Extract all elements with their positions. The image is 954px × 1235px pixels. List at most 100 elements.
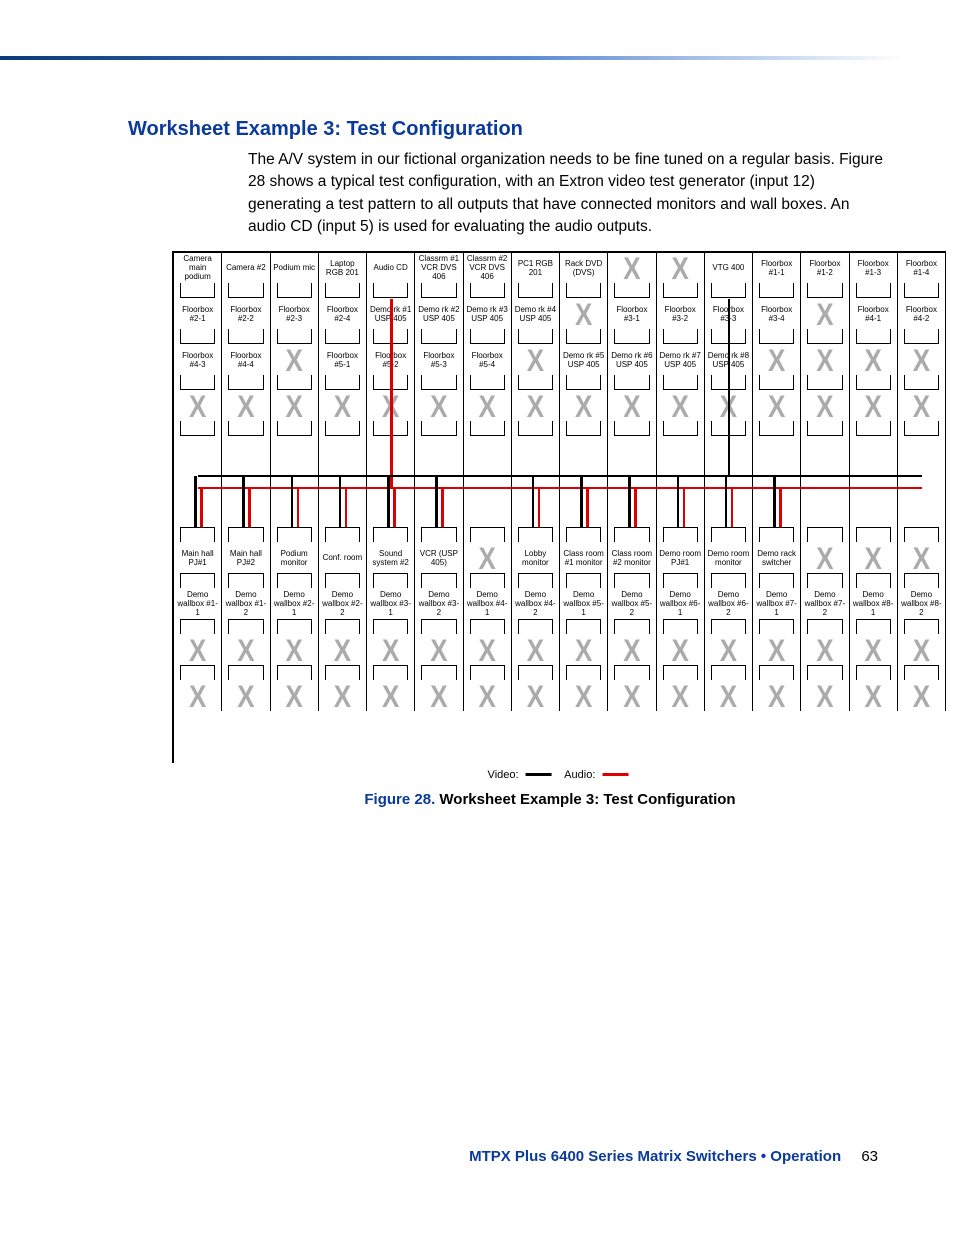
empty-slot-icon: X	[560, 388, 607, 424]
slot-connector	[271, 527, 319, 543]
output-label: X	[705, 681, 753, 711]
slot-label-text: Demo room PJ#1	[657, 543, 704, 573]
slot-label-text: Demo wallbox #5-1	[560, 589, 607, 619]
slot-label-text: Demo wallbox #6-1	[657, 589, 704, 619]
input-label: X	[801, 391, 849, 421]
slot-label-text: Demo wallbox #7-1	[753, 589, 800, 619]
slot-connector	[415, 329, 463, 345]
output-label: X	[705, 635, 753, 665]
slot-connector	[657, 573, 705, 589]
slot-label-text: Classrm #2 VCR DVS 406	[464, 253, 511, 283]
video-wire	[728, 299, 731, 476]
empty-slot-icon: X	[222, 678, 269, 714]
empty-slot-icon: X	[271, 632, 318, 668]
slot-connector	[512, 283, 560, 299]
input-label: Demo rk #7 USP 405	[657, 345, 705, 375]
slot-connector	[319, 329, 367, 345]
slot-connector	[753, 573, 801, 589]
output-label: Demo wallbox #7-1	[753, 589, 801, 619]
empty-slot-icon: X	[367, 678, 414, 714]
slot-connector	[753, 421, 801, 437]
slot-connector	[705, 573, 753, 589]
output-label: X	[512, 635, 560, 665]
empty-slot-icon: X	[657, 678, 704, 714]
bus-cell	[608, 437, 656, 527]
section-heading: Worksheet Example 3: Test Configuration	[128, 118, 884, 141]
output-label: X	[801, 543, 849, 573]
empty-slot-icon: X	[608, 388, 655, 424]
input-label: X	[608, 391, 656, 421]
slot-label-text: Demo rk #2 USP 405	[415, 299, 462, 329]
bus-cell	[850, 437, 898, 527]
slot-label-text: Conf. room	[319, 543, 366, 573]
empty-slot-icon: X	[705, 632, 752, 668]
output-label: X	[271, 681, 319, 711]
empty-slot-icon: X	[560, 632, 607, 668]
input-label: Floorbox #1-3	[850, 253, 898, 283]
input-label: X	[608, 253, 656, 283]
output-label: Demo wallbox #2-1	[271, 589, 319, 619]
input-label: X	[415, 391, 463, 421]
slot-connector	[705, 283, 753, 299]
output-label: X	[560, 681, 608, 711]
slot-label-text: Sound system #2	[367, 543, 414, 573]
slot-connector	[319, 573, 367, 589]
slot-connector	[560, 421, 608, 437]
video-wire	[773, 476, 776, 527]
output-label: X	[898, 543, 946, 573]
slot-label-text: Laptop RGB 201	[319, 253, 366, 283]
output-label: X	[560, 635, 608, 665]
audio-wire	[731, 488, 734, 527]
input-label: Demo rk #4 USP 405	[512, 299, 560, 329]
slot-connector	[222, 283, 270, 299]
output-label: X	[174, 681, 222, 711]
video-wire	[628, 476, 631, 527]
output-label: X	[657, 635, 705, 665]
input-label: Audio CD	[367, 253, 415, 283]
output-label: Demo wallbox #3-1	[367, 589, 415, 619]
audio-wire	[200, 488, 203, 527]
input-label: X	[657, 253, 705, 283]
legend: Video: Audio:	[488, 769, 633, 781]
input-label: X	[850, 345, 898, 375]
slot-connector	[415, 573, 463, 589]
slot-label-text: Podium mic	[271, 253, 318, 283]
slot-label-text: Floorbox #3-1	[608, 299, 655, 329]
output-label: Demo wallbox #5-2	[608, 589, 656, 619]
output-label: X	[850, 543, 898, 573]
input-label: Floorbox #1-2	[801, 253, 849, 283]
audio-wire	[538, 488, 541, 527]
output-label: X	[850, 681, 898, 711]
slot-connector	[222, 573, 270, 589]
slot-connector	[898, 283, 946, 299]
page-footer: MTPX Plus 6400 Series Matrix Switchers •…	[469, 1148, 878, 1165]
output-label: Demo wallbox #4-2	[512, 589, 560, 619]
empty-slot-icon: X	[512, 678, 559, 714]
figure-caption: Figure 28. Worksheet Example 3: Test Con…	[216, 791, 884, 808]
slot-connector	[464, 283, 512, 299]
empty-slot-icon: X	[464, 632, 511, 668]
output-label: X	[464, 635, 512, 665]
slot-label-text: Floorbox #3-4	[753, 299, 800, 329]
empty-slot-icon: X	[608, 250, 655, 286]
slot-label-text: Demo wallbox #7-2	[801, 589, 848, 619]
slot-label-text: Floorbox #3-2	[657, 299, 704, 329]
slot-label-text: Demo wallbox #6-2	[705, 589, 752, 619]
slot-label-text: Demo wallbox #1-1	[174, 589, 221, 619]
slot-connector	[512, 421, 560, 437]
output-label: X	[898, 681, 946, 711]
slot-connector	[319, 283, 367, 299]
output-label: X	[415, 681, 463, 711]
slot-label-text: Floorbox #2-3	[271, 299, 318, 329]
video-wire	[242, 476, 245, 527]
empty-slot-icon: X	[657, 388, 704, 424]
slot-label-text: Camera #2	[222, 253, 269, 283]
empty-slot-icon: X	[801, 678, 848, 714]
input-label: Floorbox #2-3	[271, 299, 319, 329]
slot-label-text: Floorbox #1-3	[850, 253, 897, 283]
output-label: X	[608, 681, 656, 711]
video-wire	[387, 476, 390, 527]
output-label: X	[367, 635, 415, 665]
input-label: X	[898, 345, 946, 375]
input-label: Floorbox #3-1	[608, 299, 656, 329]
